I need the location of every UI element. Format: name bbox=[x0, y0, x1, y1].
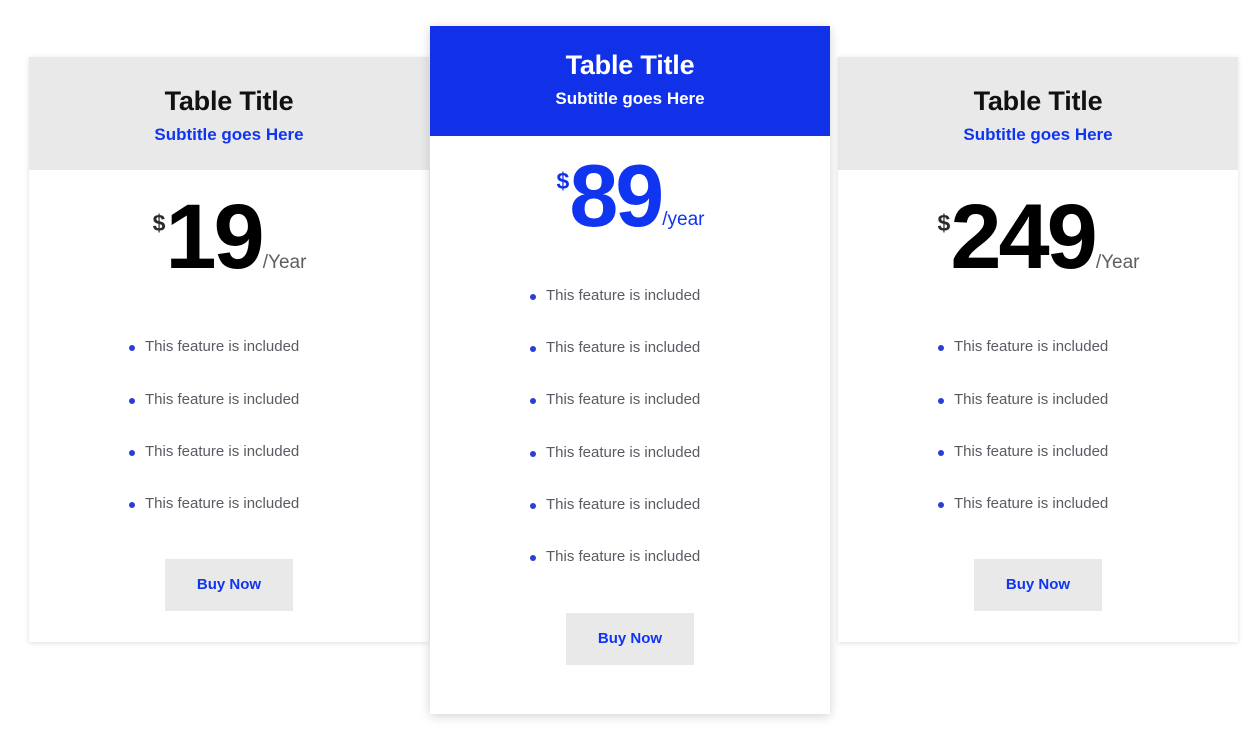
list-item: This feature is included bbox=[530, 479, 830, 531]
feature-label: This feature is included bbox=[546, 339, 700, 357]
pricing-card-left[interactable]: Table Title Subtitle goes Here $ 19 /Yea… bbox=[29, 57, 429, 642]
feature-label: This feature is included bbox=[954, 495, 1108, 513]
card-subtitle: Subtitle goes Here bbox=[29, 125, 429, 145]
buy-now-button[interactable]: Buy Now bbox=[165, 559, 293, 611]
bullet-dot-icon bbox=[530, 398, 536, 404]
price-period: /year bbox=[662, 210, 704, 229]
feature-label: This feature is included bbox=[546, 444, 700, 462]
list-item: This feature is included bbox=[530, 270, 830, 322]
price-block: $ 19 /Year bbox=[29, 198, 429, 277]
bullet-dot-icon bbox=[129, 398, 135, 404]
buy-now-button[interactable]: Buy Now bbox=[974, 559, 1102, 611]
currency-symbol: $ bbox=[557, 170, 570, 193]
feature-label: This feature is included bbox=[954, 443, 1108, 461]
bullet-dot-icon bbox=[530, 294, 536, 300]
list-item: This feature is included bbox=[129, 426, 429, 478]
price-amount: 19 bbox=[165, 198, 261, 277]
feature-label: This feature is included bbox=[546, 496, 700, 514]
pricing-card-right[interactable]: Table Title Subtitle goes Here $ 249 /Ye… bbox=[838, 57, 1238, 642]
bullet-dot-icon bbox=[938, 398, 944, 404]
currency-symbol: $ bbox=[153, 212, 166, 235]
price-period: /Year bbox=[1096, 253, 1140, 272]
card-header: Table Title Subtitle goes Here bbox=[430, 26, 830, 136]
feature-label: This feature is included bbox=[145, 338, 299, 356]
card-subtitle: Subtitle goes Here bbox=[430, 89, 830, 109]
buy-now-button[interactable]: Buy Now bbox=[566, 613, 694, 665]
list-item: This feature is included bbox=[938, 321, 1238, 373]
feature-list: This feature is included This feature is… bbox=[29, 321, 429, 530]
feature-label: This feature is included bbox=[145, 495, 299, 513]
feature-label: This feature is included bbox=[954, 338, 1108, 356]
feature-list: This feature is included This feature is… bbox=[430, 270, 830, 584]
feature-label: This feature is included bbox=[145, 391, 299, 409]
bullet-dot-icon bbox=[530, 555, 536, 561]
bullet-dot-icon bbox=[530, 451, 536, 457]
bullet-dot-icon bbox=[129, 450, 135, 456]
list-item: This feature is included bbox=[530, 531, 830, 583]
bullet-dot-icon bbox=[129, 345, 135, 351]
list-item: This feature is included bbox=[938, 426, 1238, 478]
bullet-dot-icon bbox=[530, 346, 536, 352]
cta-wrapper: Buy Now bbox=[838, 559, 1238, 611]
feature-list: This feature is included This feature is… bbox=[838, 321, 1238, 530]
card-header: Table Title Subtitle goes Here bbox=[29, 57, 429, 170]
cta-wrapper: Buy Now bbox=[29, 559, 429, 611]
bullet-dot-icon bbox=[938, 345, 944, 351]
bullet-dot-icon bbox=[129, 502, 135, 508]
card-title: Table Title bbox=[29, 86, 429, 117]
price-block: $ 249 /Year bbox=[838, 198, 1238, 277]
list-item: This feature is included bbox=[938, 478, 1238, 530]
list-item: This feature is included bbox=[129, 478, 429, 530]
bullet-dot-icon bbox=[530, 503, 536, 509]
list-item: This feature is included bbox=[530, 322, 830, 374]
card-title: Table Title bbox=[430, 50, 830, 81]
list-item: This feature is included bbox=[129, 373, 429, 425]
card-title: Table Title bbox=[838, 86, 1238, 117]
feature-label: This feature is included bbox=[546, 287, 700, 305]
feature-label: This feature is included bbox=[546, 548, 700, 566]
pricing-card-featured[interactable]: Table Title Subtitle goes Here $ 89 /yea… bbox=[430, 26, 830, 714]
list-item: This feature is included bbox=[530, 374, 830, 426]
pricing-tables: Table Title Subtitle goes Here $ 19 /Yea… bbox=[0, 0, 1254, 743]
feature-label: This feature is included bbox=[546, 391, 700, 409]
card-subtitle: Subtitle goes Here bbox=[838, 125, 1238, 145]
list-item: This feature is included bbox=[129, 321, 429, 373]
bullet-dot-icon bbox=[938, 502, 944, 508]
price-amount: 249 bbox=[950, 198, 1095, 277]
feature-label: This feature is included bbox=[145, 443, 299, 461]
price-amount: 89 bbox=[569, 158, 661, 234]
list-item: This feature is included bbox=[938, 373, 1238, 425]
price-block: $ 89 /year bbox=[430, 158, 830, 234]
card-header: Table Title Subtitle goes Here bbox=[838, 57, 1238, 170]
feature-label: This feature is included bbox=[954, 391, 1108, 409]
cta-wrapper: Buy Now bbox=[430, 613, 830, 665]
price-period: /Year bbox=[263, 253, 307, 272]
list-item: This feature is included bbox=[530, 427, 830, 479]
bullet-dot-icon bbox=[938, 450, 944, 456]
currency-symbol: $ bbox=[938, 212, 951, 235]
